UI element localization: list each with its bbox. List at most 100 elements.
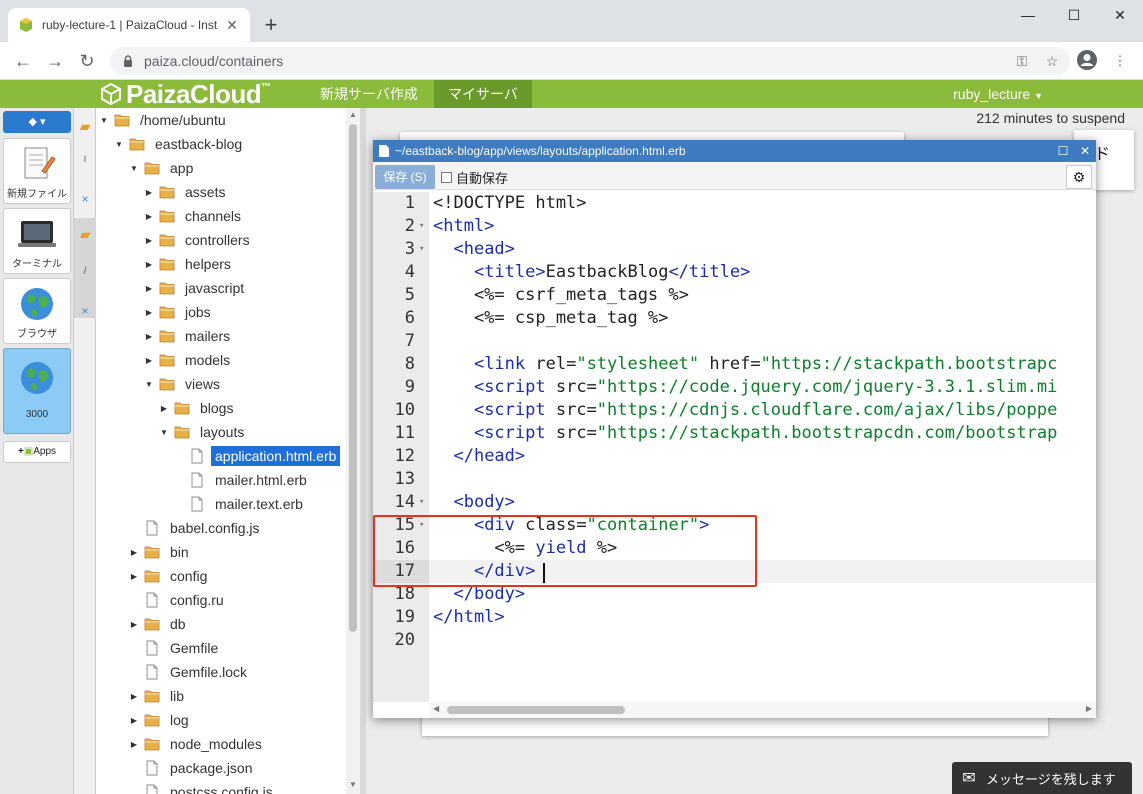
caret-right-icon[interactable]: ▶ (128, 716, 140, 725)
user-menu[interactable]: ruby_lecture ▼ (953, 80, 1043, 108)
caret-right-icon[interactable]: ▶ (143, 212, 155, 221)
tree-folder[interactable]: ▼ views (96, 372, 346, 396)
caret-right-icon[interactable]: ▶ (143, 308, 155, 317)
code-line[interactable]: 8 <link rel="stylesheet" href="https://s… (373, 353, 1096, 376)
save-button[interactable]: 保存 (S) (375, 165, 435, 189)
dock-port-3000[interactable]: 3000 (3, 348, 71, 434)
caret-right-icon[interactable]: ▶ (143, 356, 155, 365)
fold-toggle-icon[interactable]: ▾ (419, 215, 424, 238)
code-line[interactable]: 9 <script src="https://code.jquery.com/j… (373, 376, 1096, 399)
star-icon[interactable]: ☆ (1040, 53, 1064, 70)
tree-file[interactable]: postcss.config.js (96, 780, 346, 794)
h-scroll-thumb[interactable] (447, 706, 625, 714)
fold-toggle-icon[interactable]: ▾ (419, 238, 424, 261)
tree-file[interactable]: Gemfile.lock (96, 660, 346, 684)
code-line[interactable]: 14 ▾ <body> (373, 491, 1096, 514)
window-close-icon[interactable]: ✕ (1097, 0, 1143, 32)
add-apps-button[interactable]: +▣Apps (3, 441, 71, 463)
gear-icon[interactable]: ⚙ (1066, 165, 1092, 189)
code-line[interactable]: 4 <title>EastbackBlog</title> (373, 261, 1096, 284)
tree-folder[interactable]: ▶ blogs (96, 396, 346, 420)
caret-right-icon[interactable]: ▶ (143, 284, 155, 293)
folder-mini-icon[interactable]: ▰ (74, 226, 96, 243)
code-line[interactable]: 12 </head> (373, 445, 1096, 468)
tree-folder[interactable]: ▶ controllers (96, 228, 346, 252)
dock-menu-button[interactable]: ◆ ▾ (3, 111, 71, 133)
code-line[interactable]: 3 ▾ <head> (373, 238, 1096, 261)
browser-tab[interactable]: ruby-lecture-1 | PaizaCloud - Inst ✕ (8, 8, 250, 42)
mini-close-icon[interactable]: × (74, 304, 96, 318)
tree-folder[interactable]: ▶ mailers (96, 324, 346, 348)
caret-down-icon[interactable]: ▼ (143, 380, 155, 389)
menu-kebab-icon[interactable]: ⋮ (1108, 49, 1132, 73)
dock-terminal[interactable]: ターミナル (3, 208, 71, 274)
editor-titlebar[interactable]: ~/eastback-blog/app/views/layouts/applic… (373, 140, 1096, 162)
caret-right-icon[interactable]: ▶ (128, 620, 140, 629)
caret-right-icon[interactable]: ▶ (143, 260, 155, 269)
tree-file[interactable]: mailer.html.erb (96, 468, 346, 492)
mini-close-icon[interactable]: × (74, 192, 96, 206)
tree-folder[interactable]: ▶ assets (96, 180, 346, 204)
caret-down-icon[interactable]: ▼ (128, 164, 140, 173)
tree-folder[interactable]: ▶ channels (96, 204, 346, 228)
code-line[interactable]: 5 <%= csrf_meta_tags %> (373, 284, 1096, 307)
code-line[interactable]: 1 <!DOCTYPE html> (373, 192, 1096, 215)
dock-new-file[interactable]: 新規ファイル (3, 138, 71, 204)
tree-folder[interactable]: ▶ log (96, 708, 346, 732)
tree-file[interactable]: mailer.text.erb (96, 492, 346, 516)
code-line[interactable]: 13 (373, 468, 1096, 491)
scroll-thumb[interactable] (349, 124, 357, 632)
caret-down-icon[interactable]: ▼ (113, 140, 125, 149)
scroll-down-icon[interactable]: ▼ (346, 780, 360, 789)
tree-file[interactable]: Gemfile (96, 636, 346, 660)
scroll-left-icon[interactable]: ◀ (433, 704, 439, 713)
file-tree-scrollbar[interactable]: ▲ ▼ (346, 108, 360, 794)
tree-folder[interactable]: ▶ javascript (96, 276, 346, 300)
new-tab-button[interactable]: + (258, 12, 284, 38)
code-editor[interactable]: 1 <!DOCTYPE html> 2 ▾ <html> 3 ▾ <head> 4 <titl… (373, 192, 1096, 702)
code-line[interactable]: 7 (373, 330, 1096, 353)
dock-browser[interactable]: ブラウザ (3, 278, 71, 344)
tree-folder[interactable]: ▼ eastback-blog (96, 132, 346, 156)
minimize-icon[interactable]: — (1005, 0, 1051, 32)
tree-folder[interactable]: ▶ helpers (96, 252, 346, 276)
tree-folder[interactable]: ▼ layouts (96, 420, 346, 444)
scroll-up-icon[interactable]: ▲ (346, 110, 360, 119)
code-line[interactable]: 11 <script src="https://stackpath.bootst… (373, 422, 1096, 445)
caret-right-icon[interactable]: ▶ (128, 692, 140, 701)
nav-my-server[interactable]: マイサーバ (434, 80, 532, 108)
tree-file[interactable]: config.ru (96, 588, 346, 612)
tree-folder[interactable]: ▶ node_modules (96, 732, 346, 756)
fold-toggle-icon[interactable]: ▾ (419, 491, 424, 514)
tab-close-icon[interactable]: ✕ (224, 17, 240, 34)
caret-right-icon[interactable]: ▶ (158, 404, 170, 413)
editor-close-icon[interactable]: ✕ (1074, 144, 1096, 158)
tree-file[interactable]: package.json (96, 756, 346, 780)
profile-avatar-icon[interactable] (1075, 49, 1099, 73)
address-bar[interactable]: paiza.cloud/containers ⚿ ☆ (110, 47, 1070, 75)
tree-folder[interactable]: ▶ lib (96, 684, 346, 708)
leave-message-button[interactable]: ✉ メッセージを残します (952, 762, 1132, 794)
scroll-right-icon[interactable]: ▶ (1086, 704, 1092, 713)
checkbox-box[interactable] (441, 172, 452, 183)
tree-file[interactable]: babel.config.js (96, 516, 346, 540)
tree-folder[interactable]: ▶ db (96, 612, 346, 636)
code-line[interactable]: 19 </html> (373, 606, 1096, 629)
tree-folder[interactable]: ▶ jobs (96, 300, 346, 324)
editor-horizontal-scrollbar[interactable]: ◀ ▶ (429, 702, 1096, 718)
caret-down-icon[interactable]: ▼ (98, 116, 110, 125)
caret-right-icon[interactable]: ▶ (128, 740, 140, 749)
caret-right-icon[interactable]: ▶ (128, 572, 140, 581)
code-line[interactable]: 10 <script src="https://cdnjs.cloudflare… (373, 399, 1096, 422)
caret-right-icon[interactable]: ▶ (128, 548, 140, 557)
code-line[interactable]: 20 (373, 629, 1096, 652)
back-icon[interactable]: ← (10, 48, 36, 74)
tree-folder[interactable]: ▶ config (96, 564, 346, 588)
tree-file[interactable]: application.html.erb (96, 444, 346, 468)
caret-right-icon[interactable]: ▶ (143, 332, 155, 341)
folder-mini-icon[interactable]: ▰ (74, 118, 96, 135)
tree-folder[interactable]: ▼ app (96, 156, 346, 180)
key-icon[interactable]: ⚿ (1010, 53, 1034, 70)
tree-folder[interactable]: ▶ models (96, 348, 346, 372)
maximize-icon[interactable]: ☐ (1051, 0, 1097, 32)
